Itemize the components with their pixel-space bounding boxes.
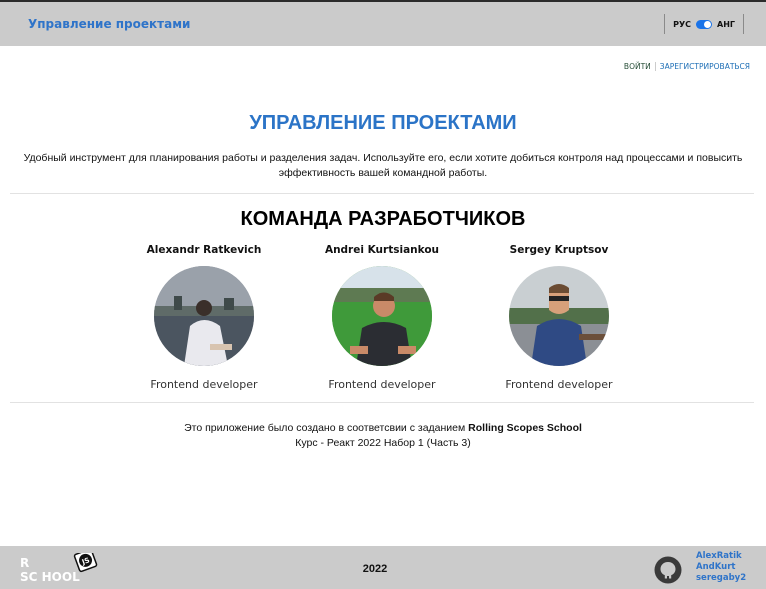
page-title: УПРАВЛЕНИЕ ПРОЕКТАМИ bbox=[249, 112, 517, 134]
course-info: Курс - Реакт 2022 Набор 1 (Часть 3) bbox=[295, 437, 471, 449]
member-name: Sergey Kruptsov bbox=[509, 244, 609, 256]
footer: R SC HOOL JS 2022 AlexRatik AndKurt sere… bbox=[0, 546, 766, 589]
top-bar: Управление проектами РУС АНГ bbox=[0, 0, 766, 46]
divider bbox=[10, 402, 754, 403]
school-name: Rolling Scopes School bbox=[468, 422, 582, 434]
credit-text: Это приложение было создано в соответсви… bbox=[0, 421, 766, 451]
author-link[interactable]: seregaby2 bbox=[696, 573, 746, 584]
team-member-card: Andrei Kurtsiankou Frontend developer bbox=[292, 244, 472, 391]
language-toggle[interactable] bbox=[696, 19, 713, 29]
member-role: Frontend developer bbox=[328, 378, 436, 391]
lang-ru-label: РУС bbox=[673, 19, 692, 29]
author-links: AlexRatik AndKurt seregaby2 bbox=[696, 551, 746, 584]
login-link[interactable]: ВОЙТИ bbox=[624, 62, 656, 71]
brand-link[interactable]: Управление проектами bbox=[28, 17, 190, 31]
member-photo bbox=[332, 266, 432, 366]
footer-year: 2022 bbox=[362, 563, 388, 575]
register-link[interactable]: ЗАРЕГИСТРИРОВАТЬСЯ bbox=[656, 62, 750, 71]
github-icon[interactable] bbox=[654, 556, 682, 584]
member-name: Alexandr Ratkevich bbox=[146, 244, 262, 256]
member-photo bbox=[154, 266, 254, 366]
lang-en-label: АНГ bbox=[717, 19, 735, 29]
member-name: Andrei Kurtsiankou bbox=[324, 244, 440, 256]
team-title: КОМАНДА РАЗРАБОТЧИКОВ bbox=[240, 208, 526, 230]
author-link[interactable]: AlexRatik bbox=[696, 551, 746, 562]
member-role: Frontend developer bbox=[505, 378, 613, 391]
team-member-card: Alexandr Ratkevich Frontend developer bbox=[114, 244, 294, 391]
auth-links: ВОЙТИ ЗАРЕГИСТРИРОВАТЬСЯ bbox=[624, 62, 750, 71]
member-role: Frontend developer bbox=[150, 378, 258, 391]
team-member-card: Sergey Kruptsov Frontend developer bbox=[469, 244, 649, 391]
divider bbox=[10, 193, 754, 194]
member-photo bbox=[509, 266, 609, 366]
language-switcher[interactable]: РУС АНГ bbox=[664, 14, 744, 34]
author-link[interactable]: AndKurt bbox=[696, 562, 746, 573]
credit-prefix: Это приложение было создано в соответсви… bbox=[184, 422, 466, 434]
page-description: Удобный инструмент для планирования рабо… bbox=[23, 152, 743, 179]
